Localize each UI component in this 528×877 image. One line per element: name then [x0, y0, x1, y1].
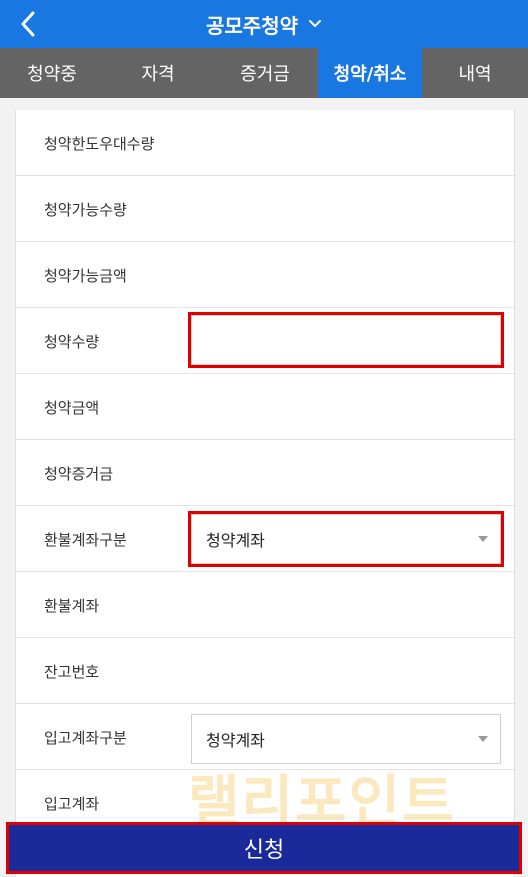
title-dropdown[interactable]: 공모주청약	[0, 0, 528, 48]
subscription-form: 청약한도우대수량 청약가능수량 청약가능금액 청약수량 청약금액 청약증거금 환…	[15, 110, 516, 877]
row-label: 청약수량	[44, 332, 100, 351]
row-balance-number: 잔고번호	[16, 638, 516, 704]
row-refund-account: 환불계좌	[16, 572, 516, 638]
row-label: 청약금액	[44, 398, 100, 417]
row-available-amount: 청약가능금액	[16, 242, 516, 308]
deposit-account-type-select[interactable]: 청약계좌	[191, 714, 501, 764]
chevron-down-icon	[309, 20, 321, 27]
row-preferred-limit: 청약한도우대수량	[16, 110, 516, 176]
tab-eligibility[interactable]: 자격	[104, 48, 212, 98]
row-label: 환불계좌	[44, 596, 100, 615]
row-deposit-account-type: 입고계좌구분 청약계좌	[16, 704, 516, 770]
row-refund-account-type: 환불계좌구분 청약계좌	[16, 506, 516, 572]
row-available-quantity: 청약가능수량	[16, 176, 516, 242]
app-header: 공모주청약	[0, 0, 528, 48]
dropdown-arrow-icon	[478, 515, 488, 563]
dropdown-arrow-icon	[478, 715, 488, 763]
page-title: 공모주청약	[206, 13, 298, 38]
row-label: 청약증거금	[44, 464, 114, 483]
row-label: 입고계좌구분	[44, 728, 127, 747]
quantity-input[interactable]	[188, 312, 504, 368]
row-deposit: 청약증거금	[16, 440, 516, 506]
row-label: 환불계좌구분	[44, 530, 127, 549]
select-value: 청약계좌	[206, 531, 265, 550]
tab-bar: 청약중 자격 증거금 청약/취소 내역	[0, 48, 528, 98]
refund-account-type-select[interactable]: 청약계좌	[188, 511, 504, 567]
tab-subscribing[interactable]: 청약중	[0, 48, 104, 98]
row-label: 잔고번호	[44, 662, 100, 681]
tab-deposit[interactable]: 증거금	[212, 48, 318, 98]
row-label: 청약한도우대수량	[44, 134, 155, 153]
row-quantity: 청약수량	[16, 308, 516, 374]
tab-history[interactable]: 내역	[422, 48, 528, 98]
submit-button[interactable]: 신청	[6, 822, 522, 874]
row-amount: 청약금액	[16, 374, 516, 440]
page: 공모주청약 청약중 자격 증거금 청약/취소 내역 청약한도우대수량 청약가능수…	[0, 0, 528, 877]
row-label: 청약가능금액	[44, 266, 127, 285]
select-value: 청약계좌	[206, 731, 265, 750]
tab-subscribe-cancel[interactable]: 청약/취소	[318, 48, 422, 98]
row-label: 청약가능수량	[44, 200, 127, 219]
